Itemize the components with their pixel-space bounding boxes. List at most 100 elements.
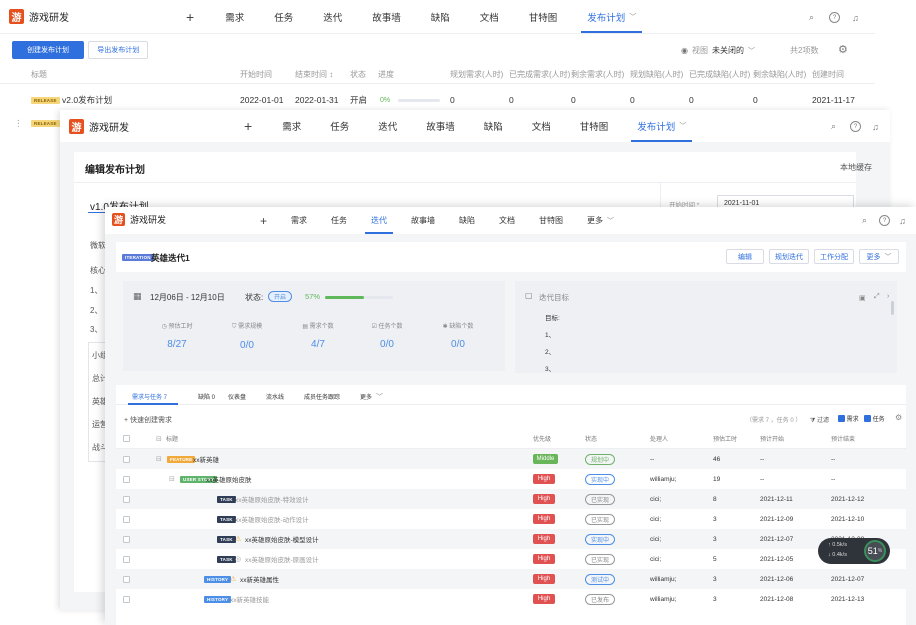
status-badge[interactable]: 已实现 xyxy=(585,493,616,505)
search-icon[interactable]: ⌕ xyxy=(859,215,870,226)
nav-iterations[interactable]: 迭代 xyxy=(378,110,397,142)
tab-dashboard[interactable]: 仪表盘 xyxy=(228,392,246,401)
help-icon[interactable]: ? xyxy=(829,12,840,23)
row-title[interactable]: v2.0发布计划 xyxy=(62,94,112,106)
nav-requirements[interactable]: 需求 xyxy=(282,110,301,142)
row-title[interactable]: xx新英雄属性 xyxy=(240,574,279,584)
nav-more[interactable]: 更多 ﹀ xyxy=(587,207,614,234)
settings-icon[interactable]: ⚙ xyxy=(838,43,848,56)
quick-create-requirement[interactable]: + 快速创建需求 xyxy=(124,415,172,425)
checkbox[interactable] xyxy=(864,415,871,422)
filter-button[interactable]: ⧩ 过滤 xyxy=(810,415,829,425)
checkbox[interactable] xyxy=(838,415,845,422)
nav-defects[interactable]: 缺陷 xyxy=(484,110,503,142)
row-owner[interactable]: cici; xyxy=(650,556,661,563)
table-row[interactable]: TASK xx英雄原始皮肤-动作设计 High 已实现 cici; 3 2021-12-09… xyxy=(116,509,906,529)
chevron-right-icon[interactable]: › xyxy=(887,293,889,300)
row-checkbox[interactable] xyxy=(123,555,130,563)
col-end[interactable]: 结束时间 ↕ xyxy=(295,69,333,80)
tab-defects[interactable]: 缺陷 0 xyxy=(198,392,215,401)
create-plus-button[interactable]: + xyxy=(244,110,252,142)
tab-requirements-tasks[interactable]: 需求与任务 7 xyxy=(132,392,167,401)
nav-documents[interactable]: 文档 xyxy=(532,110,551,142)
nav-requirements[interactable]: 需求 xyxy=(291,207,307,234)
nav-story-wall[interactable]: 故事墙 xyxy=(426,110,455,142)
row-checkbox[interactable] xyxy=(123,535,130,543)
plan-iteration-button[interactable]: 规划迭代 xyxy=(769,249,809,264)
row-owner[interactable]: williamju; xyxy=(650,596,676,603)
row-checkbox[interactable] xyxy=(123,495,130,503)
notification-icon[interactable]: ♫ xyxy=(897,215,908,226)
row-owner[interactable]: williamju; xyxy=(650,476,676,483)
row-title[interactable]: xx英雄原始皮肤-原画设计 xyxy=(245,554,319,564)
row-checkbox[interactable] xyxy=(123,575,130,583)
create-plus-button[interactable]: + xyxy=(260,207,267,234)
status-badge[interactable]: 已实现 xyxy=(585,553,616,565)
row-owner[interactable]: cici; xyxy=(650,536,661,543)
app-logo[interactable]: 游 游戏研发 xyxy=(69,119,129,134)
notification-icon[interactable]: ♫ xyxy=(850,12,861,23)
table-row[interactable]: TASK ⚠ xx英雄原始皮肤-模型设计 High 实现中 cici; 3 2021-12-0… xyxy=(116,529,906,549)
goal-scrollbar[interactable] xyxy=(891,301,894,315)
nav-gantt[interactable]: 甘特图 xyxy=(529,0,558,33)
collapse-icon[interactable]: ⊟ xyxy=(156,455,162,463)
nav-gantt[interactable]: 甘特图 xyxy=(539,207,563,234)
app-logo[interactable]: 游 游戏研发 xyxy=(112,213,166,226)
image-icon[interactable]: ▣ xyxy=(859,294,866,302)
app-logo[interactable]: 游 游戏研发 xyxy=(9,9,69,24)
table-row[interactable]: ⊟ FEATURE xx新英雄 Middle 规划中 -- 46 -- -- xyxy=(116,449,906,469)
tab-member-tracking[interactable]: 成员任务跟踪 xyxy=(304,392,340,401)
create-plus-button[interactable]: + xyxy=(186,0,194,33)
filter-requirement-checkbox[interactable]: 需求 xyxy=(838,414,859,423)
row-checkbox[interactable] xyxy=(123,455,130,463)
row-title[interactable]: xx英雄原始皮肤-动作设计 xyxy=(235,514,309,524)
local-save-button[interactable]: 本地缓存 xyxy=(840,162,872,173)
status-badge[interactable]: 规划中 xyxy=(585,453,616,465)
status-badge[interactable]: 实现中 xyxy=(585,533,616,545)
nav-story-wall[interactable]: 故事墙 xyxy=(372,0,401,33)
work-assignment-button[interactable]: 工作分配 xyxy=(814,249,854,264)
export-release-plan-button[interactable]: 导出发布计划 xyxy=(88,41,149,59)
table-row[interactable]: TASK xx英雄原始皮肤-特效设计 High 已实现 cici; 8 2021-12-11… xyxy=(116,489,906,509)
nav-release-plan[interactable]: 发布计划 ﹀ xyxy=(631,110,693,142)
status-badge[interactable]: 已发布 xyxy=(585,593,616,605)
row-owner[interactable]: -- xyxy=(650,456,654,463)
row-title[interactable]: xx新英雄技能 xyxy=(230,594,269,604)
row-owner[interactable]: cici; xyxy=(650,496,661,503)
edit-button[interactable]: 编辑 xyxy=(726,249,764,264)
nav-documents[interactable]: 文档 xyxy=(480,0,499,33)
table-row[interactable]: HISTORY ⚠ xx新英雄属性 High 测试中 williamju; 3 2021-12… xyxy=(116,569,906,589)
nav-requirements[interactable]: 需求 xyxy=(225,0,244,33)
nav-defects[interactable]: 缺陷 xyxy=(459,207,475,234)
tab-pipeline[interactable]: 流水线 xyxy=(266,392,284,401)
nav-gantt[interactable]: 甘特图 xyxy=(580,110,609,142)
search-icon[interactable]: ⌕ xyxy=(806,12,817,23)
row-title[interactable]: xx英雄原始皮肤-特效设计 xyxy=(235,494,309,504)
status-badge[interactable]: 测试中 xyxy=(585,573,616,585)
nav-iterations[interactable]: 迭代 xyxy=(323,0,342,33)
search-icon[interactable]: ⌕ xyxy=(828,121,839,132)
filter-task-checkbox[interactable]: 任务 xyxy=(864,414,885,423)
table-row[interactable]: RELEASE v2.0发布计划 2022-01-01 2022-01-31 开… xyxy=(0,90,875,110)
select-all-checkbox[interactable] xyxy=(123,435,130,442)
table-row[interactable]: HISTORY xx新英雄技能 High 已发布 williamju; 3 2021-12-… xyxy=(116,589,906,609)
notification-icon[interactable]: ♫ xyxy=(870,121,881,132)
row-owner[interactable]: williamju; xyxy=(650,576,676,583)
nav-iterations[interactable]: 迭代 xyxy=(365,207,394,234)
row-title[interactable]: xx新英雄 xyxy=(193,454,219,464)
nav-release-plan[interactable]: 发布计划 ﹀ xyxy=(581,0,643,33)
nav-defects[interactable]: 缺陷 xyxy=(431,0,450,33)
table-row[interactable]: TASK ◎ xx英雄原始皮肤-原画设计 High 已实现 cici; 5 2021-12-0… xyxy=(116,549,906,569)
help-icon[interactable]: ? xyxy=(879,215,890,226)
row-checkbox[interactable] xyxy=(123,595,130,603)
view-selector[interactable]: ◉ 视图 未关闭的 ﹀ xyxy=(681,45,755,56)
status-badge[interactable]: 已实现 xyxy=(585,513,616,525)
nav-tasks[interactable]: 任务 xyxy=(331,207,347,234)
row-checkbox[interactable] xyxy=(123,515,130,523)
row-checkbox[interactable] xyxy=(123,475,130,483)
help-icon[interactable]: ? xyxy=(850,121,861,132)
row-owner[interactable]: cici; xyxy=(650,516,661,523)
table-row[interactable]: ⊟ USER STORY xx英雄原始皮肤 High 实现中 williamju; 19 --… xyxy=(116,469,906,489)
tab-more[interactable]: 更多 ﹀ xyxy=(360,392,383,402)
nav-tasks[interactable]: 任务 xyxy=(330,110,349,142)
